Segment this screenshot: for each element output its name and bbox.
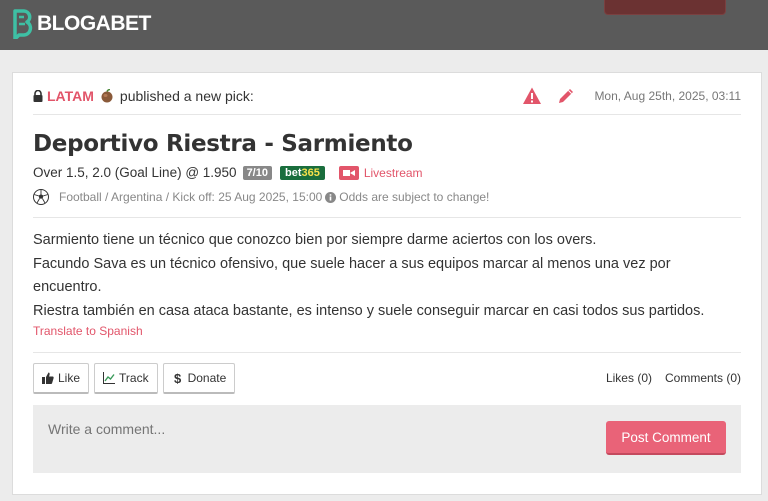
bookmaker-name-a: bet bbox=[284, 166, 302, 179]
event-meta: Football / Argentina / Kick off: 25 Aug … bbox=[33, 189, 489, 205]
analysis-line: Sarmiento tiene un técnico que conozco b… bbox=[33, 232, 597, 248]
username-link[interactable]: LATAM bbox=[47, 88, 94, 104]
comment-input[interactable] bbox=[48, 421, 448, 437]
comment-box: Post Comment bbox=[33, 405, 741, 473]
match-title: Deportivo Riestra - Sarmiento bbox=[33, 131, 413, 157]
stake-badge: 7/10 bbox=[242, 165, 272, 180]
football-icon bbox=[33, 189, 49, 205]
svg-text:$: $ bbox=[174, 372, 182, 384]
blogabet-logo-icon bbox=[13, 9, 33, 39]
analysis-line: Facundo Sava es un técnico ofensivo, que… bbox=[33, 255, 671, 296]
pick-line: Over 1.5, 2.0 (Goal Line) @ 1.950 7/10 b… bbox=[33, 165, 423, 180]
video-camera-icon bbox=[338, 165, 359, 180]
comments-count[interactable]: Comments (0) bbox=[665, 371, 741, 385]
engagement-counts: Likes (0) Comments (0) bbox=[593, 371, 741, 385]
like-button[interactable]: Like bbox=[33, 363, 90, 394]
user-badge-icon bbox=[101, 88, 113, 102]
pick-card: LATAM published a new pick: Mon, Aug 25t… bbox=[12, 72, 762, 495]
top-navbar: BLOGABET bbox=[0, 0, 768, 50]
track-label: Track bbox=[119, 371, 149, 385]
pick-analysis: Sarmiento tiene un técnico que conozco b… bbox=[33, 229, 739, 323]
divider bbox=[33, 352, 741, 353]
translate-link[interactable]: Translate to Spanish bbox=[33, 324, 143, 338]
track-button[interactable]: Track bbox=[94, 363, 158, 394]
post-comment-button[interactable]: Post Comment bbox=[606, 421, 726, 455]
bookmaker-name-b: 365 bbox=[301, 166, 320, 179]
odds-note: Odds are subject to change! bbox=[339, 190, 490, 204]
donate-label: Donate bbox=[187, 371, 227, 385]
edit-pencil-icon[interactable] bbox=[556, 86, 576, 106]
lock-icon bbox=[33, 89, 43, 102]
like-label: Like bbox=[58, 371, 81, 385]
header-actions: Mon, Aug 25th, 2025, 03:11 bbox=[522, 86, 741, 106]
event-meta-text: Football / Argentina / Kick off: 25 Aug … bbox=[59, 190, 323, 204]
action-buttons: Like Track $ Donate bbox=[33, 363, 240, 394]
analysis-line: Riestra también en casa ataca bastante, … bbox=[33, 302, 705, 319]
dollar-icon: $ bbox=[174, 372, 182, 384]
likes-count[interactable]: Likes (0) bbox=[606, 371, 652, 385]
info-icon bbox=[325, 191, 337, 203]
donate-button[interactable]: $ Donate bbox=[162, 363, 236, 394]
published-text: published a new pick: bbox=[119, 87, 254, 104]
logo-text: BLOGABET bbox=[37, 12, 151, 35]
report-warning-icon[interactable] bbox=[522, 86, 542, 106]
pick-text: Over 1.5, 2.0 (Goal Line) @ 1.950 bbox=[33, 165, 237, 180]
bookmaker-badge: bet365 bbox=[279, 165, 325, 180]
livestream-label: Livestream bbox=[363, 165, 423, 180]
post-date: Mon, Aug 25th, 2025, 03:11 bbox=[594, 88, 741, 103]
top-button[interactable] bbox=[604, 0, 726, 15]
thumbs-up-icon bbox=[42, 372, 54, 384]
divider bbox=[33, 217, 741, 218]
livestream-link[interactable]: Livestream bbox=[338, 165, 423, 180]
chart-line-icon bbox=[103, 372, 116, 384]
logo[interactable]: BLOGABET bbox=[12, 9, 151, 39]
pick-card-header: LATAM published a new pick: Mon, Aug 25t… bbox=[33, 85, 741, 115]
